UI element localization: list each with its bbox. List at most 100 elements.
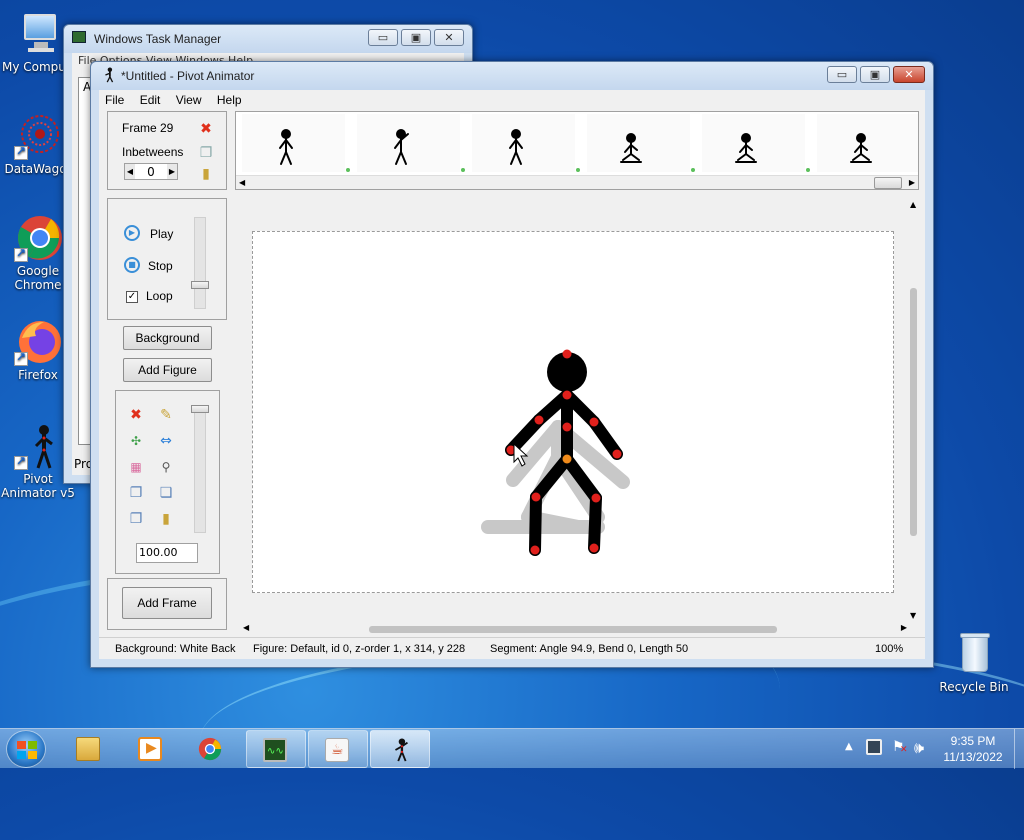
playback-panel: ▶ Play ■ Stop ✓ Loop bbox=[107, 198, 227, 320]
pivot-titlebar[interactable]: *Untitled - Pivot Animator ▭ ▣ ✕ bbox=[91, 62, 933, 90]
taskbar-chrome-button[interactable] bbox=[182, 730, 242, 768]
add-figure-button[interactable]: Add Figure bbox=[123, 358, 212, 382]
stepper-right-arrow[interactable]: ▶ bbox=[167, 164, 177, 179]
joint-handle[interactable] bbox=[562, 454, 572, 464]
show-hidden-icons-icon[interactable]: ▲ bbox=[845, 741, 853, 752]
desktop-icon-recycle-bin[interactable]: Recycle Bin bbox=[936, 630, 1012, 694]
joint-handle[interactable] bbox=[531, 492, 541, 502]
action-center-flag-icon[interactable]: ⚑ ✕ bbox=[892, 739, 908, 755]
pivot-close-button[interactable]: ✕ bbox=[893, 66, 925, 83]
scroll-down-arrow[interactable]: ▼ bbox=[910, 611, 916, 620]
frame-number-label: Frame 29 bbox=[122, 121, 174, 135]
volume-icon[interactable]: 🕪 bbox=[914, 738, 924, 758]
taskbar-explorer-button[interactable] bbox=[60, 730, 120, 768]
send-backward-icon[interactable]: ❏ bbox=[158, 485, 174, 501]
speed-slider-track[interactable] bbox=[194, 217, 206, 309]
timeline-scrollbar[interactable]: ◀ ▶ bbox=[236, 175, 918, 189]
chrome-icon bbox=[14, 214, 62, 262]
joint-tool-icon[interactable]: ⚲ bbox=[158, 459, 174, 475]
stop-icon[interactable]: ■ bbox=[124, 257, 140, 273]
pivot-title: *Untitled - Pivot Animator bbox=[121, 69, 255, 83]
scroll-left-arrow[interactable]: ◀ bbox=[239, 176, 245, 189]
loop-label[interactable]: Loop bbox=[146, 289, 173, 303]
timeline-scroll-thumb[interactable] bbox=[874, 177, 902, 189]
canvas-horizontal-scrollbar[interactable]: ◀ ▶ bbox=[235, 622, 907, 636]
firefox-icon bbox=[14, 318, 62, 366]
background-button[interactable]: Background bbox=[123, 326, 212, 350]
show-desktop-button[interactable] bbox=[1014, 729, 1024, 769]
timeline-frame[interactable] bbox=[702, 114, 805, 172]
joint-handle[interactable] bbox=[612, 449, 622, 459]
scroll-up-arrow[interactable]: ▲ bbox=[910, 200, 916, 209]
hscroll-right-arrow[interactable]: ▶ bbox=[901, 623, 907, 632]
joint-handle[interactable] bbox=[591, 493, 601, 503]
paste-frame-icon[interactable]: ▮ bbox=[198, 166, 214, 182]
paste-figure-icon[interactable]: ▮ bbox=[158, 511, 174, 527]
timeline-frame[interactable] bbox=[357, 114, 460, 172]
delete-figure-icon[interactable]: ✖ bbox=[128, 407, 144, 423]
canvas-hscroll-thumb[interactable] bbox=[369, 626, 777, 633]
joint-handle[interactable] bbox=[534, 415, 544, 425]
timeline-frame[interactable] bbox=[472, 114, 575, 172]
joint-handle[interactable] bbox=[562, 390, 572, 400]
scale-slider-track[interactable] bbox=[194, 407, 206, 533]
copy-frame-icon[interactable]: ❐ bbox=[198, 145, 214, 161]
status-figure: Figure: Default, id 0, z-order 1, x 314,… bbox=[253, 643, 466, 655]
timeline-strip[interactable]: ◀ ▶ bbox=[235, 111, 919, 190]
pivot-maximize-button[interactable]: ▣ bbox=[860, 66, 890, 83]
joint-handle[interactable] bbox=[589, 543, 599, 553]
task-manager-titlebar[interactable]: Windows Task Manager ▭ ▣ ✕ bbox=[64, 25, 472, 53]
hscroll-left-arrow[interactable]: ◀ bbox=[243, 623, 249, 632]
scale-slider-handle[interactable] bbox=[191, 405, 209, 413]
taskbar-media-button[interactable]: ▶ bbox=[120, 730, 180, 768]
task-manager-minimize-button[interactable]: ▭ bbox=[368, 29, 398, 46]
copy-figure-icon[interactable]: ❐ bbox=[128, 511, 144, 527]
canvas-viewport[interactable]: ▲ ▼ ◀ ▶ bbox=[235, 198, 921, 636]
canvas-area[interactable] bbox=[252, 231, 894, 593]
clock[interactable]: 9:35 PM 11/13/2022 bbox=[940, 733, 1006, 765]
color-figure-icon[interactable]: ▦ bbox=[128, 459, 144, 475]
play-label[interactable]: Play bbox=[150, 227, 173, 241]
edit-figure-icon[interactable]: ✎ bbox=[158, 407, 174, 423]
start-button[interactable] bbox=[6, 730, 46, 768]
menu-file[interactable]: File bbox=[99, 90, 130, 107]
loop-checkbox[interactable]: ✓ bbox=[126, 291, 138, 303]
pivot-window[interactable]: *Untitled - Pivot Animator ▭ ▣ ✕ File Ed… bbox=[90, 61, 934, 668]
taskbar-java-button[interactable]: ☕ bbox=[308, 730, 368, 768]
timeline-frame[interactable] bbox=[817, 114, 919, 172]
canvas-vertical-scrollbar[interactable]: ▲ ▼ bbox=[907, 198, 921, 622]
pivot-app-icon bbox=[105, 67, 114, 83]
joint-handle[interactable] bbox=[562, 422, 572, 432]
delete-frame-icon[interactable]: ✖ bbox=[198, 121, 214, 137]
inbetweens-stepper[interactable]: ◀ 0 ▶ bbox=[124, 163, 178, 180]
scale-input[interactable]: 100.00 bbox=[136, 543, 198, 563]
joint-handle[interactable] bbox=[562, 349, 572, 359]
joint-handle[interactable] bbox=[530, 545, 540, 555]
menu-view[interactable]: View bbox=[170, 90, 208, 107]
menu-edit[interactable]: Edit bbox=[134, 90, 167, 107]
stop-label[interactable]: Stop bbox=[148, 259, 173, 273]
bring-forward-icon[interactable]: ❐ bbox=[128, 485, 144, 501]
center-figure-icon[interactable]: ✣ bbox=[128, 433, 144, 449]
taskbar-pivot-button[interactable] bbox=[370, 730, 430, 768]
task-manager-close-button[interactable]: ✕ bbox=[434, 29, 464, 46]
stepper-left-arrow[interactable]: ◀ bbox=[125, 164, 135, 179]
taskbar-task-manager-button[interactable]: ∿∿ bbox=[246, 730, 306, 768]
network-icon[interactable] bbox=[866, 739, 882, 755]
play-icon[interactable]: ▶ bbox=[124, 225, 140, 241]
joint-handle[interactable] bbox=[589, 417, 599, 427]
status-segment: Segment: Angle 94.9, Bend 0, Length 50 bbox=[490, 643, 689, 655]
canvas-vscroll-thumb[interactable] bbox=[910, 288, 917, 536]
task-manager-maximize-button[interactable]: ▣ bbox=[401, 29, 431, 46]
inbetweens-value[interactable]: 0 bbox=[139, 165, 163, 179]
scroll-right-arrow[interactable]: ▶ bbox=[909, 176, 915, 189]
speed-slider-handle[interactable] bbox=[191, 281, 209, 289]
timeline-frame[interactable] bbox=[242, 114, 345, 172]
flip-figure-icon[interactable]: ⇔ bbox=[158, 433, 174, 449]
pivot-minimize-button[interactable]: ▭ bbox=[827, 66, 857, 83]
timeline-frame[interactable] bbox=[587, 114, 690, 172]
stage[interactable] bbox=[253, 232, 895, 594]
add-frame-button[interactable]: Add Frame bbox=[122, 587, 212, 619]
menu-help[interactable]: Help bbox=[211, 90, 248, 107]
timeline-frames[interactable] bbox=[236, 112, 919, 176]
